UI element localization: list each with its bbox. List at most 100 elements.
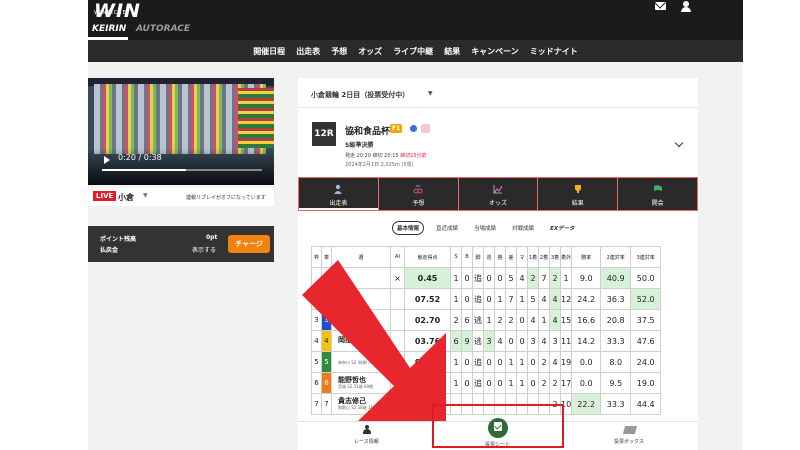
table-header-cell: 2連対率 [600,246,632,268]
race-day-select[interactable]: 小倉競輪 2日目（投票受付中） [311,90,409,100]
mail-icon[interactable] [655,2,666,10]
table-header-cell: S [450,246,462,268]
table-header-cell: 競走得点 [404,246,451,268]
nav-midnight[interactable]: ミッドナイト [530,46,578,57]
rider-meta: 神奈川 S2 48期 75期 [338,359,378,365]
stat-cell: 0 [516,330,528,352]
table-row[interactable]: 5 5 神奈川 S2 48期 75期 98.44 1 0 追 0 0 1 1 0 2 4 19 0.0 8.0 2… [311,351,662,373]
tab-autorace[interactable]: AUTORACE [136,24,190,34]
points-box: ポイント残高 払戻金 0pt 表示する チャージ [88,226,274,262]
stat-cell: 1 [450,267,462,289]
chevron-down-icon[interactable]: ▼ [143,192,148,199]
ticket-box-icon[interactable] [622,426,638,434]
tab-results[interactable]: 結果 [538,178,619,210]
bottom-nav-bet-box[interactable]: 投票ボックス [614,438,644,445]
user-icon[interactable] [680,1,692,13]
payout-show-link[interactable]: 表示する [192,245,216,254]
rider-name-cell[interactable] [331,267,391,289]
nav-prediction[interactable]: 予想 [331,46,347,57]
rate-r3: 50.0 [630,267,662,289]
payout-label: 払戻金 [100,247,119,254]
rider-name-cell[interactable]: 神奈川 S2 48期 75期 [331,351,391,373]
race-info-icon[interactable] [362,425,372,435]
table-header-cell: 勝率 [571,246,602,268]
stat-cell: 2 [549,267,561,289]
table-row[interactable]: 07.52 1 0 追 0 1 7 1 5 4 4 12 24.2 36.3 52.0 [311,288,662,310]
rider-name-cell[interactable]: 能野哲也 宮城 S2 51歳 69期 [331,372,391,394]
frame-cell: 4 [311,330,322,352]
stat-cell: 4 [549,351,561,373]
nav-live[interactable]: ライブ中継 [393,46,433,57]
table-header-cell: 着外 [559,246,573,268]
rider-name-cell[interactable]: 岡部 [331,330,391,352]
stat-cell: 3 [483,330,495,352]
play-icon[interactable] [104,156,110,164]
stat-cell: 4 [527,309,539,331]
rate-r2: 9.5 [600,372,632,394]
nav-results[interactable]: 結果 [444,46,460,57]
table-header-cell: マ [516,246,528,268]
nav-schedule[interactable]: 開催日程 [253,46,285,57]
subtab-exdata[interactable]: EXデータ [546,222,579,234]
subtab-matchup[interactable]: 対戦成績 [508,222,538,234]
bottom-nav-race-info[interactable]: レース情報 [354,438,379,445]
subtab-recent[interactable]: 直近成績 [432,222,462,234]
charge-button[interactable]: チャージ [228,235,270,253]
replay-note: 連報リプレイがオフになっています [186,195,266,201]
ai-mark [390,372,405,394]
rider-meta: 和歌山 S2 28歳 117期 [338,405,380,410]
stat-cell: 1 [505,351,517,373]
video-player[interactable]: 0:20 / 0:38 ⋮ [88,78,274,185]
race-class: S級準決勝 [345,142,374,149]
table-row[interactable]: × 0.45 1 0 追 0 0 5 4 2 7 2 1 9.0 40.9 50.0 [311,267,662,289]
table-row[interactable]: 6 6 能野哲也 宮城 S2 51歳 69期 96.00 1 0 追 0 0 1 1 0 2 2 17 0.0 9… [311,372,662,394]
live-row: LIVE 小倉 ▼ 連報リプレイがオフになっています [88,188,274,206]
race-score: 0.45 [404,267,451,289]
tab-keirin[interactable]: KEIRIN [92,24,126,34]
stat-cell: 追 [472,351,484,373]
nav-campaign[interactable]: キャンペーン [471,46,519,57]
stat-cell: 0 [527,372,539,394]
stat-cell: 3 [549,330,561,352]
rider-name-cell[interactable] [331,288,391,310]
stat-cell: 7 [538,267,550,289]
table-header-cell: 1着 [527,246,539,268]
venue-select[interactable]: 小倉 [118,192,134,203]
rate-r2: 40.9 [600,267,632,289]
tab-label: 出走表 [329,200,348,207]
tab-odds[interactable]: オッズ [459,178,539,210]
stat-cell: 4 [516,267,528,289]
rider-meta: 宮城 S2 51歳 69期 [338,384,374,389]
stat-cell: 0 [483,372,495,394]
stat-cell: 1 [559,267,573,289]
rate-win: 16.6 [571,309,602,331]
rate-win: 0.0 [571,351,602,373]
video-progress[interactable] [102,169,262,171]
frame-cell: 7 [311,393,322,415]
frame-cell: 3 [311,309,322,331]
nav-entries[interactable]: 出走表 [296,46,320,57]
frame-cell: 5 [311,351,322,373]
rate-r2: 33.3 [600,393,632,415]
table-row[interactable]: 3 3 02.70 2 6 逃 1 2 2 0 4 1 4 15 16.6 20.8 37.5 [311,309,662,331]
stat-cell: 0 [461,351,473,373]
stat-cell: 3 [527,330,539,352]
tab-meeting[interactable]: 開会 [618,178,697,210]
stat-cell: 0 [483,267,495,289]
subtab-venue[interactable]: 当場成績 [470,222,500,234]
video-board [238,88,274,148]
ai-mark [390,351,405,373]
rider-name-cell[interactable] [331,309,391,331]
rider-name-cell[interactable]: 貴志修己 和歌山 S2 28歳 117期 [331,393,391,415]
nav-odds[interactable]: オッズ [358,46,382,57]
car-number: 4 [321,330,332,352]
race-number: 12R [312,122,336,146]
tab-entries[interactable]: 出走表 [299,178,379,210]
table-row[interactable]: 4 4 岡部 03.76 6 9 逃 3 4 0 0 3 4 3 11 14.2 33.3 47.6 [311,330,662,352]
stat-cell: 11 [559,330,573,352]
tab-prediction[interactable]: 予想 [379,178,459,210]
stat-cell: 9 [461,330,473,352]
subtab-basic[interactable]: 基本情報 [392,221,425,235]
chevron-down-icon[interactable]: ▼ [428,90,433,97]
stat-cell: 0 [494,351,506,373]
